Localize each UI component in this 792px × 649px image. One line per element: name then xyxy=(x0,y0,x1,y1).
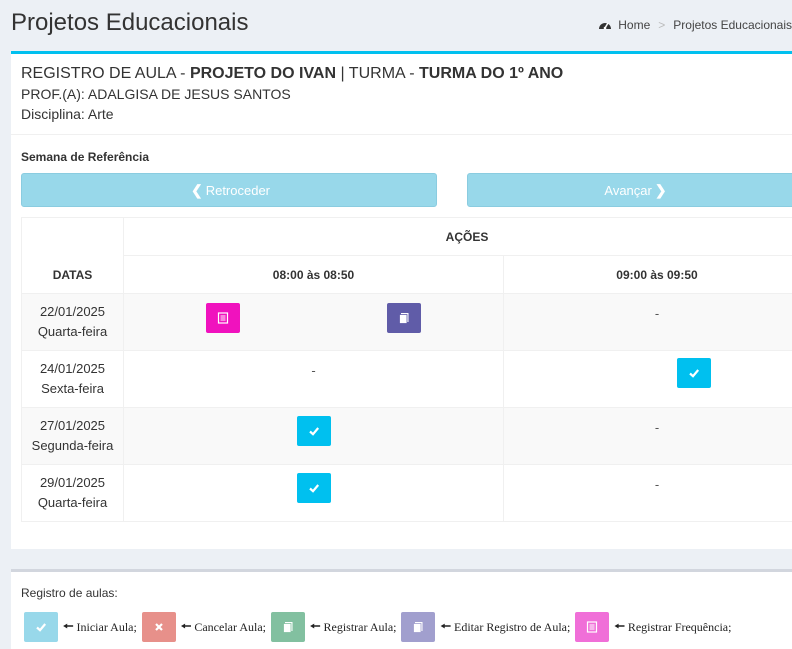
legend-iniciar-button xyxy=(24,612,58,642)
editar-registro-button[interactable] xyxy=(387,303,421,333)
project-name: PROJETO DO IVAN xyxy=(189,65,337,82)
actions-header: AÇÕES xyxy=(123,217,792,256)
legend-editar-button xyxy=(401,612,436,642)
legend-item: 🠔 Registrar Aula; xyxy=(270,612,397,642)
slot-cell xyxy=(123,407,504,465)
lesson-info: REGISTRO DE AULA - PROJETO DO IVAN | TUR… xyxy=(11,54,792,135)
dashboard-icon xyxy=(599,22,612,30)
legend-item: 🠔 Iniciar Aula; xyxy=(24,612,137,642)
check-icon xyxy=(36,623,47,632)
list-icon xyxy=(217,312,229,324)
weekday-value: Quarta-feira xyxy=(37,495,108,510)
legend-label: Iniciar Aula; xyxy=(76,619,137,634)
weekday-value: Quarta-feira xyxy=(37,324,108,339)
breadcrumb-separator: > xyxy=(658,18,666,32)
slot-cell: - xyxy=(123,350,504,408)
avancar-button[interactable]: Avançar ❯ xyxy=(467,173,792,207)
breadcrumb: Home > Projetos Educacionais xyxy=(598,18,792,32)
date-cell: 27/01/2025 Segunda-feira xyxy=(21,407,124,465)
legend-row: 🠔 Iniciar Aula; 🠔 Cancelar Aula; 🠔 Regis… xyxy=(24,612,736,642)
arrow-left-icon: 🠔 xyxy=(614,618,625,633)
check-icon xyxy=(309,484,320,493)
legend-item: 🠔 Editar Registro de Aula; xyxy=(401,612,570,642)
date-value: 22/01/2025 xyxy=(39,304,106,319)
iniciar-aula-button[interactable] xyxy=(297,473,331,503)
empty-slot: - xyxy=(654,306,660,321)
page-header: Projetos Educacionais Home > Projetos Ed… xyxy=(0,0,792,50)
lesson-heading: REGISTRO DE AULA - PROJETO DO IVAN | TUR… xyxy=(21,64,791,84)
weekday-value: Sexta-feira xyxy=(41,381,104,396)
legend-label: Registrar Aula; xyxy=(323,619,397,634)
legend-label: Cancelar Aula; xyxy=(194,619,266,634)
list-icon xyxy=(587,621,598,633)
legend-item: 🠔 Registrar Frequência; xyxy=(575,612,731,642)
table-row: 22/01/2025 Quarta-feira - xyxy=(21,293,792,351)
legend-item: 🠔 Cancelar Aula; xyxy=(141,612,266,642)
week-label: Semana de Referência xyxy=(21,150,150,164)
avancar-label: Avançar xyxy=(604,182,652,198)
times-icon xyxy=(155,623,163,631)
heading-turma-prefix: | TURMA - xyxy=(336,65,420,82)
book-icon xyxy=(413,622,423,633)
date-value: 29/01/2025 xyxy=(39,475,106,490)
date-value: 27/01/2025 xyxy=(39,418,106,433)
legend-box: Registro de aulas: 🠔 Iniciar Aula; 🠔 Can… xyxy=(11,569,792,649)
heading-prefix: REGISTRO DE AULA - xyxy=(21,65,190,82)
breadcrumb-current: Projetos Educacionais xyxy=(673,18,792,32)
weekday-value: Segunda-feira xyxy=(31,438,114,453)
empty-slot: - xyxy=(654,420,660,435)
slot-cell: - xyxy=(503,407,792,465)
book-icon xyxy=(399,313,409,324)
slot-header-1: 08:00 às 08:50 xyxy=(123,255,504,294)
date-cell: 24/01/2025 Sexta-feira xyxy=(21,350,124,408)
arrow-left-icon: 🠔 xyxy=(63,618,74,633)
lesson-box: REGISTRO DE AULA - PROJETO DO IVAN | TUR… xyxy=(11,51,792,549)
book-icon xyxy=(283,622,293,633)
retroceder-button[interactable]: ❮ Retroceder xyxy=(21,173,437,207)
dates-header: DATAS xyxy=(21,217,124,294)
legend-registrar-button xyxy=(270,612,305,642)
iniciar-aula-button[interactable] xyxy=(677,358,711,388)
dates-header-label: DATAS xyxy=(52,268,93,282)
legend-frequencia-button xyxy=(575,612,610,642)
date-cell: 29/01/2025 Quarta-feira xyxy=(21,464,124,522)
table-row: 29/01/2025 Quarta-feira - xyxy=(21,464,792,522)
date-value: 24/01/2025 xyxy=(39,361,106,376)
slot-cell xyxy=(123,464,504,522)
empty-slot: - xyxy=(311,363,316,378)
arrow-left-icon: 🠔 xyxy=(180,618,192,633)
check-icon xyxy=(309,427,320,436)
table-row: 24/01/2025 Sexta-feira - xyxy=(21,350,792,408)
iniciar-aula-button[interactable] xyxy=(297,416,331,446)
legend-label: Editar Registro de Aula; xyxy=(454,619,571,634)
date-cell: 22/01/2025 Quarta-feira xyxy=(21,293,124,351)
schedule-table: DATAS AÇÕES 08:00 às 08:50 09:00 às 09:5… xyxy=(21,217,792,522)
professor-name: PROF.(A): ADALGISA DE JESUS SANTOS xyxy=(21,86,291,102)
legend-cancelar-button xyxy=(141,612,176,642)
page-title: Projetos Educacionais xyxy=(11,9,249,36)
registrar-frequencia-button[interactable] xyxy=(206,303,240,333)
check-icon xyxy=(689,369,700,378)
retroceder-label: Retroceder xyxy=(205,182,271,198)
discipline-name: Disciplina: Arte xyxy=(21,106,114,122)
breadcrumb-home[interactable]: Home xyxy=(618,18,650,32)
legend-label: Registrar Frequência; xyxy=(627,619,732,634)
arrow-left-icon: 🠔 xyxy=(309,618,321,633)
slot-cell: - xyxy=(503,464,792,522)
slot-cell xyxy=(123,293,504,351)
chevron-right-icon: ❯ xyxy=(654,181,667,198)
turma-name: TURMA DO 1º ANO xyxy=(419,65,564,82)
chevron-left-icon: ❮ xyxy=(190,181,203,198)
table-row: 27/01/2025 Segunda-feira - xyxy=(21,407,792,465)
legend-title: Registro de aulas: xyxy=(21,586,118,600)
empty-slot: - xyxy=(654,477,660,492)
slot-cell xyxy=(503,350,792,408)
slot-cell: - xyxy=(503,293,792,351)
slot-header-2: 09:00 às 09:50 xyxy=(503,255,792,294)
arrow-left-icon: 🠔 xyxy=(440,618,451,633)
